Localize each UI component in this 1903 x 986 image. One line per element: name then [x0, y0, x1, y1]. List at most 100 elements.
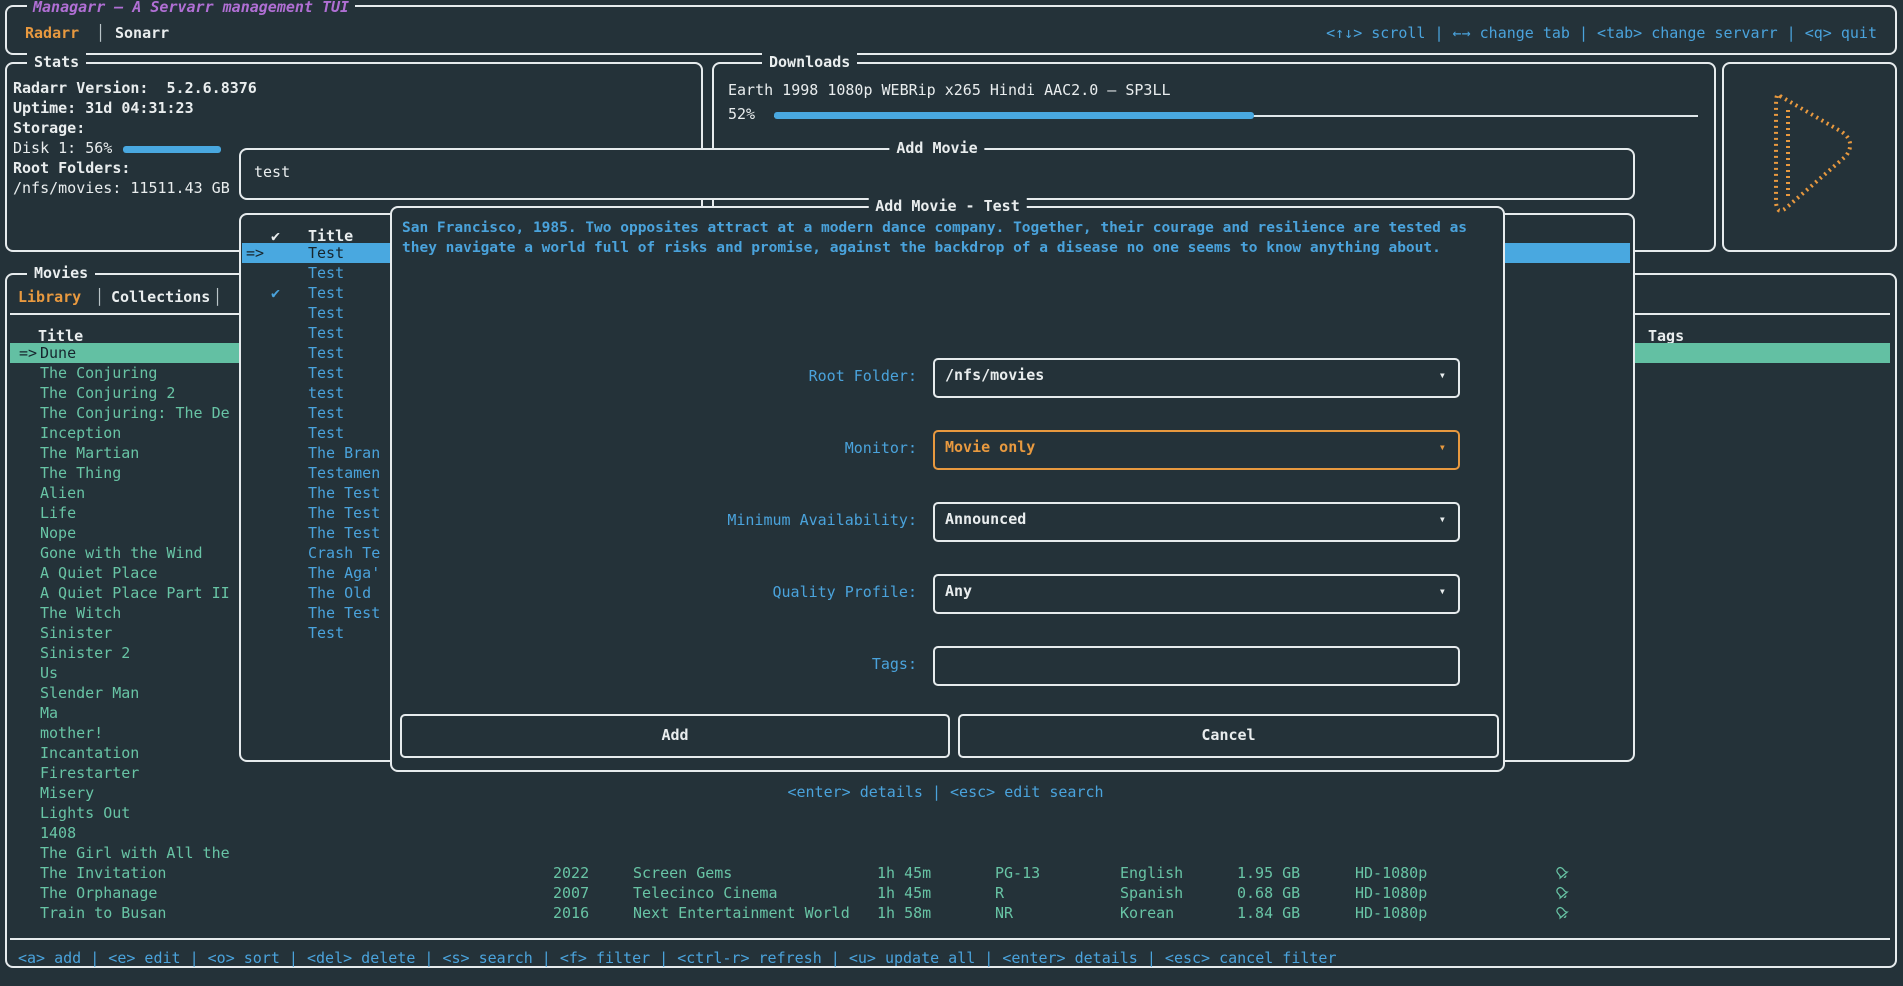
movie-studio: Screen Gems — [633, 863, 732, 883]
chevron-down-icon: ▾ — [1439, 440, 1446, 454]
result-title: Test — [308, 403, 344, 423]
stats-title: Stats — [27, 53, 86, 71]
chevron-down-icon: ▾ — [1439, 512, 1446, 526]
result-title: Test — [308, 343, 344, 363]
library-row[interactable]: Train to Busan 2016 Next Entertainment W… — [10, 903, 1890, 923]
selection-arrow: => — [246, 243, 264, 263]
tab-radarr[interactable]: Radarr — [25, 23, 79, 43]
movie-year: 2016 — [553, 903, 589, 923]
download-progress-fill — [774, 112, 1254, 119]
global-keybind-help: <↑↓> scroll | ←→ change tab | <tab> chan… — [1326, 23, 1877, 43]
movie-quality-profile: HD-1080p — [1355, 863, 1427, 883]
modal-keybind-help: <enter> details | <esc> edit search — [390, 782, 1501, 802]
result-title: The Bran — [308, 443, 380, 463]
quality-profile-value: Any — [945, 582, 972, 600]
movie-studio: Telecinco Cinema — [633, 883, 778, 903]
add-button[interactable]: Add — [400, 714, 950, 758]
movie-runtime: 1h 58m — [877, 903, 931, 923]
managarr-app: Managarr – A Servarr management TUI Rada… — [0, 0, 1903, 986]
root-folder-value: /nfs/movies — [945, 366, 1044, 384]
movie-size: 0.68 GB — [1237, 883, 1300, 903]
movie-title: 1408 — [40, 823, 76, 843]
movie-size: 1.84 GB — [1237, 903, 1300, 923]
result-title: Testamen — [308, 463, 380, 483]
minimum-availability-select[interactable]: Announced ▾ — [933, 502, 1460, 542]
movie-year: 2007 — [553, 883, 589, 903]
movies-keybind-help: <a> add | <e> edit | <o> sort | <del> de… — [18, 948, 1337, 968]
monitor-select[interactable]: Movie only ▾ — [933, 430, 1460, 470]
library-row[interactable]: The Invitation 2022 Screen Gems 1h 45m P… — [10, 863, 1890, 883]
stats-disk: Disk 1: 56% — [13, 138, 112, 158]
movie-runtime: 1h 45m — [877, 863, 931, 883]
stats-root-folder: /nfs/movies: 11511.43 GB — [13, 178, 230, 198]
tab-collections[interactable]: Collections — [111, 287, 210, 307]
quality-profile-label: Quality Profile: — [400, 582, 917, 602]
result-title: Test — [308, 243, 344, 263]
tab-separator: │ — [96, 23, 105, 43]
add-movie-modal: Add Movie - Test San Francisco, 1985. Tw… — [390, 206, 1505, 772]
movie-title: Slender Man — [40, 683, 139, 703]
movie-title: Inception — [40, 423, 121, 443]
result-title: Test — [308, 323, 344, 343]
movie-year: 2022 — [553, 863, 589, 883]
stats-storage-label: Storage: — [13, 118, 85, 138]
movie-certification: R — [995, 883, 1004, 903]
movie-title: A Quiet Place Part II — [40, 583, 230, 603]
movie-title: Dune — [40, 343, 76, 363]
result-title: The Old — [308, 583, 371, 603]
movie-title: The Orphanage — [40, 883, 157, 903]
library-row[interactable]: The Orphanage 2007 Telecinco Cinema 1h 4… — [10, 883, 1890, 903]
library-row[interactable]: 1408 — [10, 823, 1890, 843]
movie-title: Us — [40, 663, 58, 683]
download-item[interactable]: Earth 1998 1080p WEBRip x265 Hindi AAC2.… — [728, 80, 1171, 100]
movie-title: Train to Busan — [40, 903, 166, 923]
movie-title: A Quiet Place — [40, 563, 157, 583]
stats-root-folders-label: Root Folders: — [13, 158, 130, 178]
downloads-title: Downloads — [762, 53, 857, 71]
movie-title: Nope — [40, 523, 76, 543]
movie-title: The Invitation — [40, 863, 166, 883]
quality-profile-select[interactable]: Any ▾ — [933, 574, 1460, 614]
movie-runtime: 1h 45m — [877, 883, 931, 903]
stats-version: Radarr Version: 5.2.6.8376 — [13, 78, 257, 98]
tab-sonarr[interactable]: Sonarr — [115, 23, 169, 43]
movie-title: Alien — [40, 483, 85, 503]
movie-language: Korean — [1120, 903, 1174, 923]
movie-overview-line1: San Francisco, 1985. Two opposites attra… — [402, 218, 1467, 238]
cancel-button[interactable]: Cancel — [958, 714, 1499, 758]
result-title: The Test — [308, 503, 380, 523]
monitor-value: Movie only — [945, 438, 1035, 456]
logo-panel — [1722, 62, 1897, 252]
movies-title: Movies — [27, 264, 95, 282]
movie-certification: PG-13 — [995, 863, 1040, 883]
result-title: Test — [308, 283, 344, 303]
root-folder-select[interactable]: /nfs/movies ▾ — [933, 358, 1460, 398]
library-row[interactable]: The Girl with All the — [10, 843, 1890, 863]
selection-arrow: => — [19, 343, 37, 363]
tags-label: Tags: — [400, 654, 917, 674]
movie-title: The Conjuring 2 — [40, 383, 175, 403]
movie-studio: Next Entertainment World — [633, 903, 850, 923]
radarr-logo-icon — [1746, 80, 1876, 230]
movie-title: Sinister — [40, 623, 112, 643]
library-tab-separator: │ — [95, 287, 104, 307]
add-movie-search-title: Add Movie — [889, 139, 984, 157]
result-title: The Test — [308, 523, 380, 543]
movie-size: 1.95 GB — [1237, 863, 1300, 883]
download-progress-label: 52% — [728, 104, 755, 124]
result-title: Crash Te — [308, 543, 380, 563]
movie-title: mother! — [40, 723, 103, 743]
movie-title: Ma — [40, 703, 58, 723]
top-bar: Managarr – A Servarr management TUI Rada… — [5, 5, 1897, 55]
library-row[interactable]: Lights Out — [10, 803, 1890, 823]
add-movie-search-popup: Add Movie — [239, 148, 1635, 200]
minimum-availability-value: Announced — [945, 510, 1026, 528]
tab-library[interactable]: Library — [18, 287, 81, 307]
movie-title: The Conjuring: The De — [40, 403, 230, 423]
movie-title: Firestarter — [40, 763, 139, 783]
tags-input[interactable] — [933, 646, 1460, 686]
root-folder-label: Root Folder: — [400, 366, 917, 386]
stats-uptime: Uptime: 31d 04:31:23 — [13, 98, 194, 118]
search-input[interactable] — [252, 162, 1616, 182]
minimum-availability-label: Minimum Availability: — [400, 510, 917, 530]
